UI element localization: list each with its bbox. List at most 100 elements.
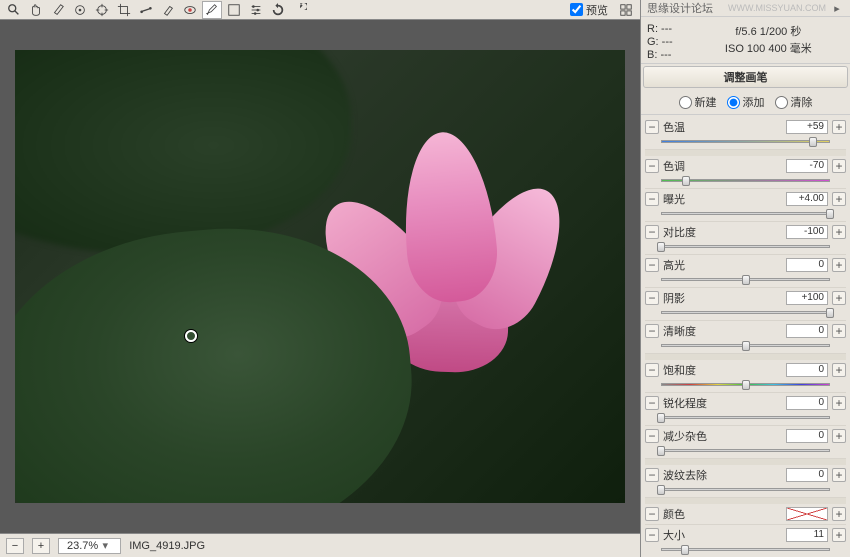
statusbar: − + 23.7%▾ IMG_4919.JPG: [0, 533, 640, 557]
file-name: IMG_4919.JPG: [129, 540, 205, 552]
increase-button[interactable]: +: [832, 363, 846, 377]
wb-tool-icon[interactable]: [48, 1, 68, 19]
increase-button[interactable]: +: [832, 528, 846, 542]
decrease-button[interactable]: −: [645, 429, 659, 443]
slider-value[interactable]: 0: [786, 363, 828, 377]
increase-button[interactable]: +: [832, 468, 846, 482]
slider-label: 饱和度: [663, 362, 782, 378]
increase-button[interactable]: +: [832, 507, 846, 521]
decrease-button[interactable]: −: [645, 192, 659, 206]
radio-add[interactable]: 添加: [727, 94, 765, 110]
zoom-tool-icon[interactable]: [4, 1, 24, 19]
decrease-button[interactable]: −: [645, 258, 659, 272]
slider-track[interactable]: [661, 485, 830, 495]
straighten-tool-icon[interactable]: [136, 1, 156, 19]
decrease-button[interactable]: −: [645, 225, 659, 239]
radio-new[interactable]: 新建: [679, 94, 717, 110]
decrease-button[interactable]: −: [645, 291, 659, 305]
slider-thumb[interactable]: [826, 209, 834, 219]
grad-tool-icon[interactable]: [224, 1, 244, 19]
increase-button[interactable]: +: [832, 225, 846, 239]
increase-button[interactable]: +: [832, 396, 846, 410]
slider-减少杂色: −减少杂色0+: [645, 426, 846, 459]
mask-mode-radios: 新建 添加 清除: [641, 90, 850, 115]
increase-button[interactable]: +: [832, 159, 846, 173]
slider-value[interactable]: -100: [786, 225, 828, 239]
slider-value[interactable]: 0: [786, 429, 828, 443]
target-tool-icon[interactable]: [92, 1, 112, 19]
slider-value[interactable]: +100: [786, 291, 828, 305]
radio-clear[interactable]: 清除: [775, 94, 813, 110]
increase-button[interactable]: +: [832, 324, 846, 338]
slider-thumb[interactable]: [657, 485, 665, 495]
menu-icon[interactable]: ▸: [830, 2, 844, 14]
slider-track[interactable]: [661, 242, 830, 252]
slider-track[interactable]: [661, 545, 830, 555]
fullscreen-icon[interactable]: [616, 1, 636, 19]
increase-button[interactable]: +: [832, 291, 846, 305]
slider-track[interactable]: [661, 380, 830, 390]
slider-track[interactable]: [661, 446, 830, 456]
increase-button[interactable]: +: [832, 429, 846, 443]
slider-value[interactable]: 0: [786, 468, 828, 482]
increase-button[interactable]: +: [832, 258, 846, 272]
slider-value[interactable]: -70: [786, 159, 828, 173]
slider-value[interactable]: +4.00: [786, 192, 828, 206]
panel-title: 调整画笔: [643, 66, 848, 88]
slider-thumb[interactable]: [742, 380, 750, 390]
info-aperture: f/5.6 1/200 秒: [735, 23, 801, 39]
slider-value[interactable]: 11: [786, 528, 828, 542]
decrease-button[interactable]: −: [645, 468, 659, 482]
zoom-select[interactable]: 23.7%▾: [58, 538, 121, 554]
slider-track[interactable]: [661, 209, 830, 219]
info-r: R: ---: [647, 23, 673, 35]
brush-pin-icon[interactable]: [185, 330, 197, 342]
prefs-tool-icon[interactable]: [246, 1, 266, 19]
preview-checkbox[interactable]: 预览: [564, 2, 614, 18]
slider-thumb[interactable]: [826, 308, 834, 318]
rotate-cw-icon[interactable]: [290, 1, 310, 19]
slider-track[interactable]: [661, 176, 830, 186]
slider-大小: −大小11+: [645, 525, 846, 557]
slider-track[interactable]: [661, 308, 830, 318]
slider-label: 对比度: [663, 224, 782, 240]
heal-tool-icon[interactable]: [158, 1, 178, 19]
slider-label: 阴影: [663, 290, 782, 306]
decrease-button[interactable]: −: [645, 324, 659, 338]
slider-value[interactable]: 0: [786, 396, 828, 410]
slider-thumb[interactable]: [682, 176, 690, 186]
slider-thumb[interactable]: [657, 413, 665, 423]
crop-tool-icon[interactable]: [114, 1, 134, 19]
decrease-button[interactable]: −: [645, 120, 659, 134]
slider-thumb[interactable]: [809, 137, 817, 147]
slider-thumb[interactable]: [657, 446, 665, 456]
slider-thumb[interactable]: [742, 275, 750, 285]
canvas[interactable]: [0, 20, 640, 533]
slider-value[interactable]: +59: [786, 120, 828, 134]
hand-tool-icon[interactable]: [26, 1, 46, 19]
slider-value[interactable]: [786, 507, 828, 521]
sampler-tool-icon[interactable]: [70, 1, 90, 19]
zoom-out-button[interactable]: −: [6, 538, 24, 554]
increase-button[interactable]: +: [832, 120, 846, 134]
brush-tool-icon[interactable]: [202, 1, 222, 19]
decrease-button[interactable]: −: [645, 363, 659, 377]
decrease-button[interactable]: −: [645, 159, 659, 173]
decrease-button[interactable]: −: [645, 528, 659, 542]
slider-thumb[interactable]: [657, 242, 665, 252]
slider-thumb[interactable]: [742, 341, 750, 351]
slider-value[interactable]: 0: [786, 258, 828, 272]
decrease-button[interactable]: −: [645, 396, 659, 410]
slider-track[interactable]: [661, 275, 830, 285]
slider-track[interactable]: [661, 341, 830, 351]
slider-thumb[interactable]: [681, 545, 689, 555]
redeye-tool-icon[interactable]: [180, 1, 200, 19]
slider-value[interactable]: 0: [786, 324, 828, 338]
sliders: −色温+59+−色调-70+−曝光+4.00+−对比度-100+−高光0+−阴影…: [641, 115, 850, 557]
slider-track[interactable]: [661, 137, 830, 147]
rotate-ccw-icon[interactable]: [268, 1, 288, 19]
zoom-in-button[interactable]: +: [32, 538, 50, 554]
decrease-button[interactable]: −: [645, 507, 659, 521]
increase-button[interactable]: +: [832, 192, 846, 206]
slider-track[interactable]: [661, 413, 830, 423]
